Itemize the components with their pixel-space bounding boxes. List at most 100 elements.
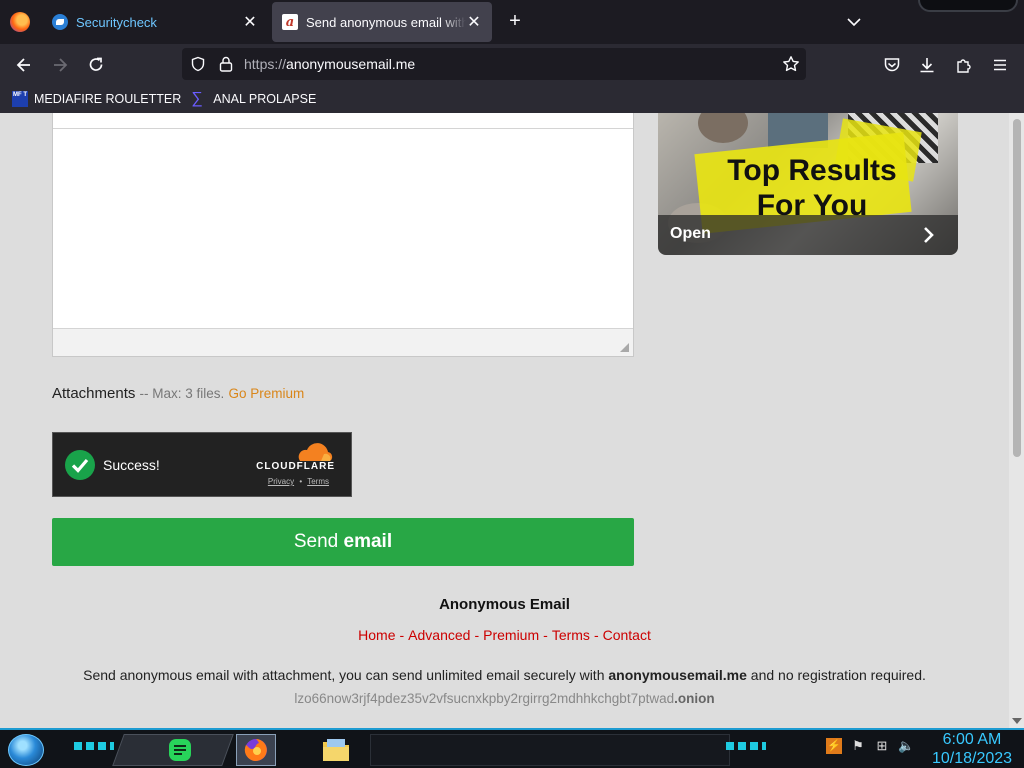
ad-headline: Top Results For You (727, 154, 897, 222)
cloudflare-captcha-widget[interactable]: Success! CLOUDFLARE Privacy • Terms (52, 432, 352, 497)
footer-separator: - (543, 627, 548, 643)
footer-link-home[interactable]: Home (358, 627, 395, 643)
page-content: Top Results For You Open Attachments -- … (0, 113, 1024, 728)
footer-link-terms[interactable]: Terms (552, 627, 590, 643)
scrollbar-thumb[interactable] (1013, 119, 1021, 457)
footer-link-contact[interactable]: Contact (603, 627, 651, 643)
mediafire-icon: MF T (12, 91, 28, 107)
send-button-emphasis: email (343, 531, 393, 552)
ad-photo-person (698, 113, 748, 143)
footer-separator: - (474, 627, 480, 643)
footer-separator: - (399, 627, 405, 643)
folder-icon (323, 739, 349, 761)
notes-app-icon (169, 739, 191, 761)
bookmark-label: ANAL PROLAPSE (213, 92, 317, 106)
url-protocol: https:// (244, 56, 287, 72)
clock-time: 6:00 AM (942, 731, 1002, 748)
tab-title: Securitycheck (76, 14, 157, 30)
footer-separator: - (593, 627, 599, 643)
success-check-icon (65, 450, 95, 480)
network-icon[interactable]: ⊞ (874, 738, 890, 754)
browser-tab-bar: Securitycheck ✕ a Send anonymous email w… (0, 0, 1024, 44)
downloads-icon[interactable] (914, 52, 940, 78)
bookmark-star-icon[interactable] (782, 55, 800, 73)
taskbar-decoration (74, 742, 114, 750)
taskbar-app-file-explorer[interactable] (316, 734, 356, 766)
captcha-links: Privacy • Terms (268, 477, 329, 486)
footer-desc-text: Send anonymous email with attachment, yo… (83, 667, 605, 683)
onion-address: lzo66now3rjf4pdez35v2vfsucnxkpby2rgirrg2… (0, 691, 1009, 706)
pocket-icon[interactable] (879, 52, 905, 78)
extensions-icon[interactable] (951, 52, 977, 78)
ad-cta-bar[interactable]: Open (658, 215, 958, 255)
url-host: anonymousemail.me (286, 56, 416, 72)
link-separator: • (299, 477, 303, 486)
taskbar-decoration (370, 734, 730, 766)
footer-link-premium[interactable]: Premium (483, 627, 539, 643)
onion-host: lzo66now3rjf4pdez35v2vfsucnxkpby2rgirrg2… (294, 691, 675, 706)
window-frame-decoration (918, 0, 1018, 12)
tab-anonymous-email[interactable]: a Send anonymous email with the ✕ (272, 2, 492, 42)
attachments-label: Attachments (52, 385, 136, 402)
new-tab-icon[interactable]: + (504, 10, 526, 32)
navigation-toolbar: https://anonymousemail.me (0, 44, 1024, 85)
chevron-right-icon (924, 227, 934, 243)
securitycheck-favicon-icon (52, 14, 68, 30)
page-scrollbar[interactable] (1009, 113, 1024, 728)
url-text[interactable]: https://anonymousemail.me (244, 56, 415, 72)
tray-app-icon[interactable]: ⚡ (826, 738, 842, 754)
scroll-down-arrow-icon[interactable] (1012, 718, 1022, 724)
taskbar-app-firefox[interactable] (236, 734, 276, 766)
back-icon[interactable] (11, 52, 37, 78)
send-email-button[interactable]: Send email (52, 518, 634, 566)
ad-open-label: Open (670, 225, 711, 242)
resize-grip-icon[interactable] (620, 343, 629, 352)
footer-site-name: anonymousemail.me (608, 667, 747, 683)
forward-icon[interactable] (47, 52, 73, 78)
close-tab-icon[interactable]: ✕ (242, 12, 258, 32)
start-button[interactable] (8, 734, 44, 766)
volume-icon[interactable]: 🔈 (898, 738, 914, 754)
url-bar[interactable]: https://anonymousemail.me (182, 48, 806, 80)
windows-taskbar: ⚡ ⚑ ⊞ 🔈 6:00 AM 10/18/2023 (0, 728, 1024, 768)
bookmarks-toolbar: MF T MEDIAFIRE ROULETTER ∑ ANAL PROLAPSE (0, 85, 1024, 113)
tray-flag-icon[interactable]: ⚑ (850, 738, 866, 754)
attachments-limit-note: -- Max: 3 files. (139, 386, 225, 401)
attachments-section: Attachments -- Max: 3 files. Go Premium (52, 385, 304, 402)
firefox-icon (244, 739, 267, 761)
captcha-status: Success! (103, 457, 160, 473)
list-all-tabs-icon[interactable] (844, 12, 864, 32)
footer-description: Send anonymous email with attachment, yo… (0, 667, 1009, 683)
anonymousemail-favicon-icon: a (282, 14, 298, 30)
close-tab-icon[interactable]: ✕ (466, 12, 482, 32)
footer-link-advanced[interactable]: Advanced (408, 627, 470, 643)
lock-icon[interactable] (218, 55, 234, 73)
menu-hamburger-icon[interactable] (987, 52, 1013, 78)
message-body-editor[interactable] (52, 113, 634, 357)
onion-tld: .onion (674, 691, 715, 706)
send-button-prefix: Send (293, 531, 339, 552)
bookmark-label: MEDIAFIRE ROULETTER (34, 92, 182, 106)
system-tray: ⚡ ⚑ ⊞ 🔈 (826, 738, 914, 754)
cloudflare-brand: CLOUDFLARE (256, 461, 335, 472)
footer-desc-suffix: and no registration required. (750, 667, 926, 683)
taskbar-decoration (726, 742, 766, 750)
taskbar-app-notes[interactable] (160, 734, 200, 766)
editor-status-bar (53, 328, 633, 356)
taskbar-clock[interactable]: 6:00 AM 10/18/2023 (930, 730, 1014, 768)
firefox-icon[interactable] (10, 12, 30, 32)
bookmark-anal-prolapse[interactable]: ∑ ANAL PROLAPSE (191, 91, 316, 107)
bookmark-mediafire-rouletter[interactable]: MF T MEDIAFIRE ROULETTER (12, 91, 181, 107)
editor-toolbar-divider (53, 128, 633, 129)
cloudflare-cloud-icon (298, 443, 333, 461)
go-premium-link[interactable]: Go Premium (228, 386, 304, 401)
terms-link[interactable]: Terms (307, 477, 329, 486)
tab-title: Send anonymous email with the (306, 14, 466, 30)
clock-date: 10/18/2023 (931, 750, 1013, 767)
privacy-link[interactable]: Privacy (268, 477, 294, 486)
advertisement-banner[interactable]: Top Results For You Open (658, 113, 958, 255)
tab-securitycheck[interactable]: Securitycheck ✕ (42, 2, 268, 42)
tracking-protection-shield-icon[interactable] (190, 56, 206, 72)
reload-icon[interactable] (83, 52, 109, 78)
footer-nav: Home - Advanced - Premium - Terms - Contact (0, 627, 1009, 643)
